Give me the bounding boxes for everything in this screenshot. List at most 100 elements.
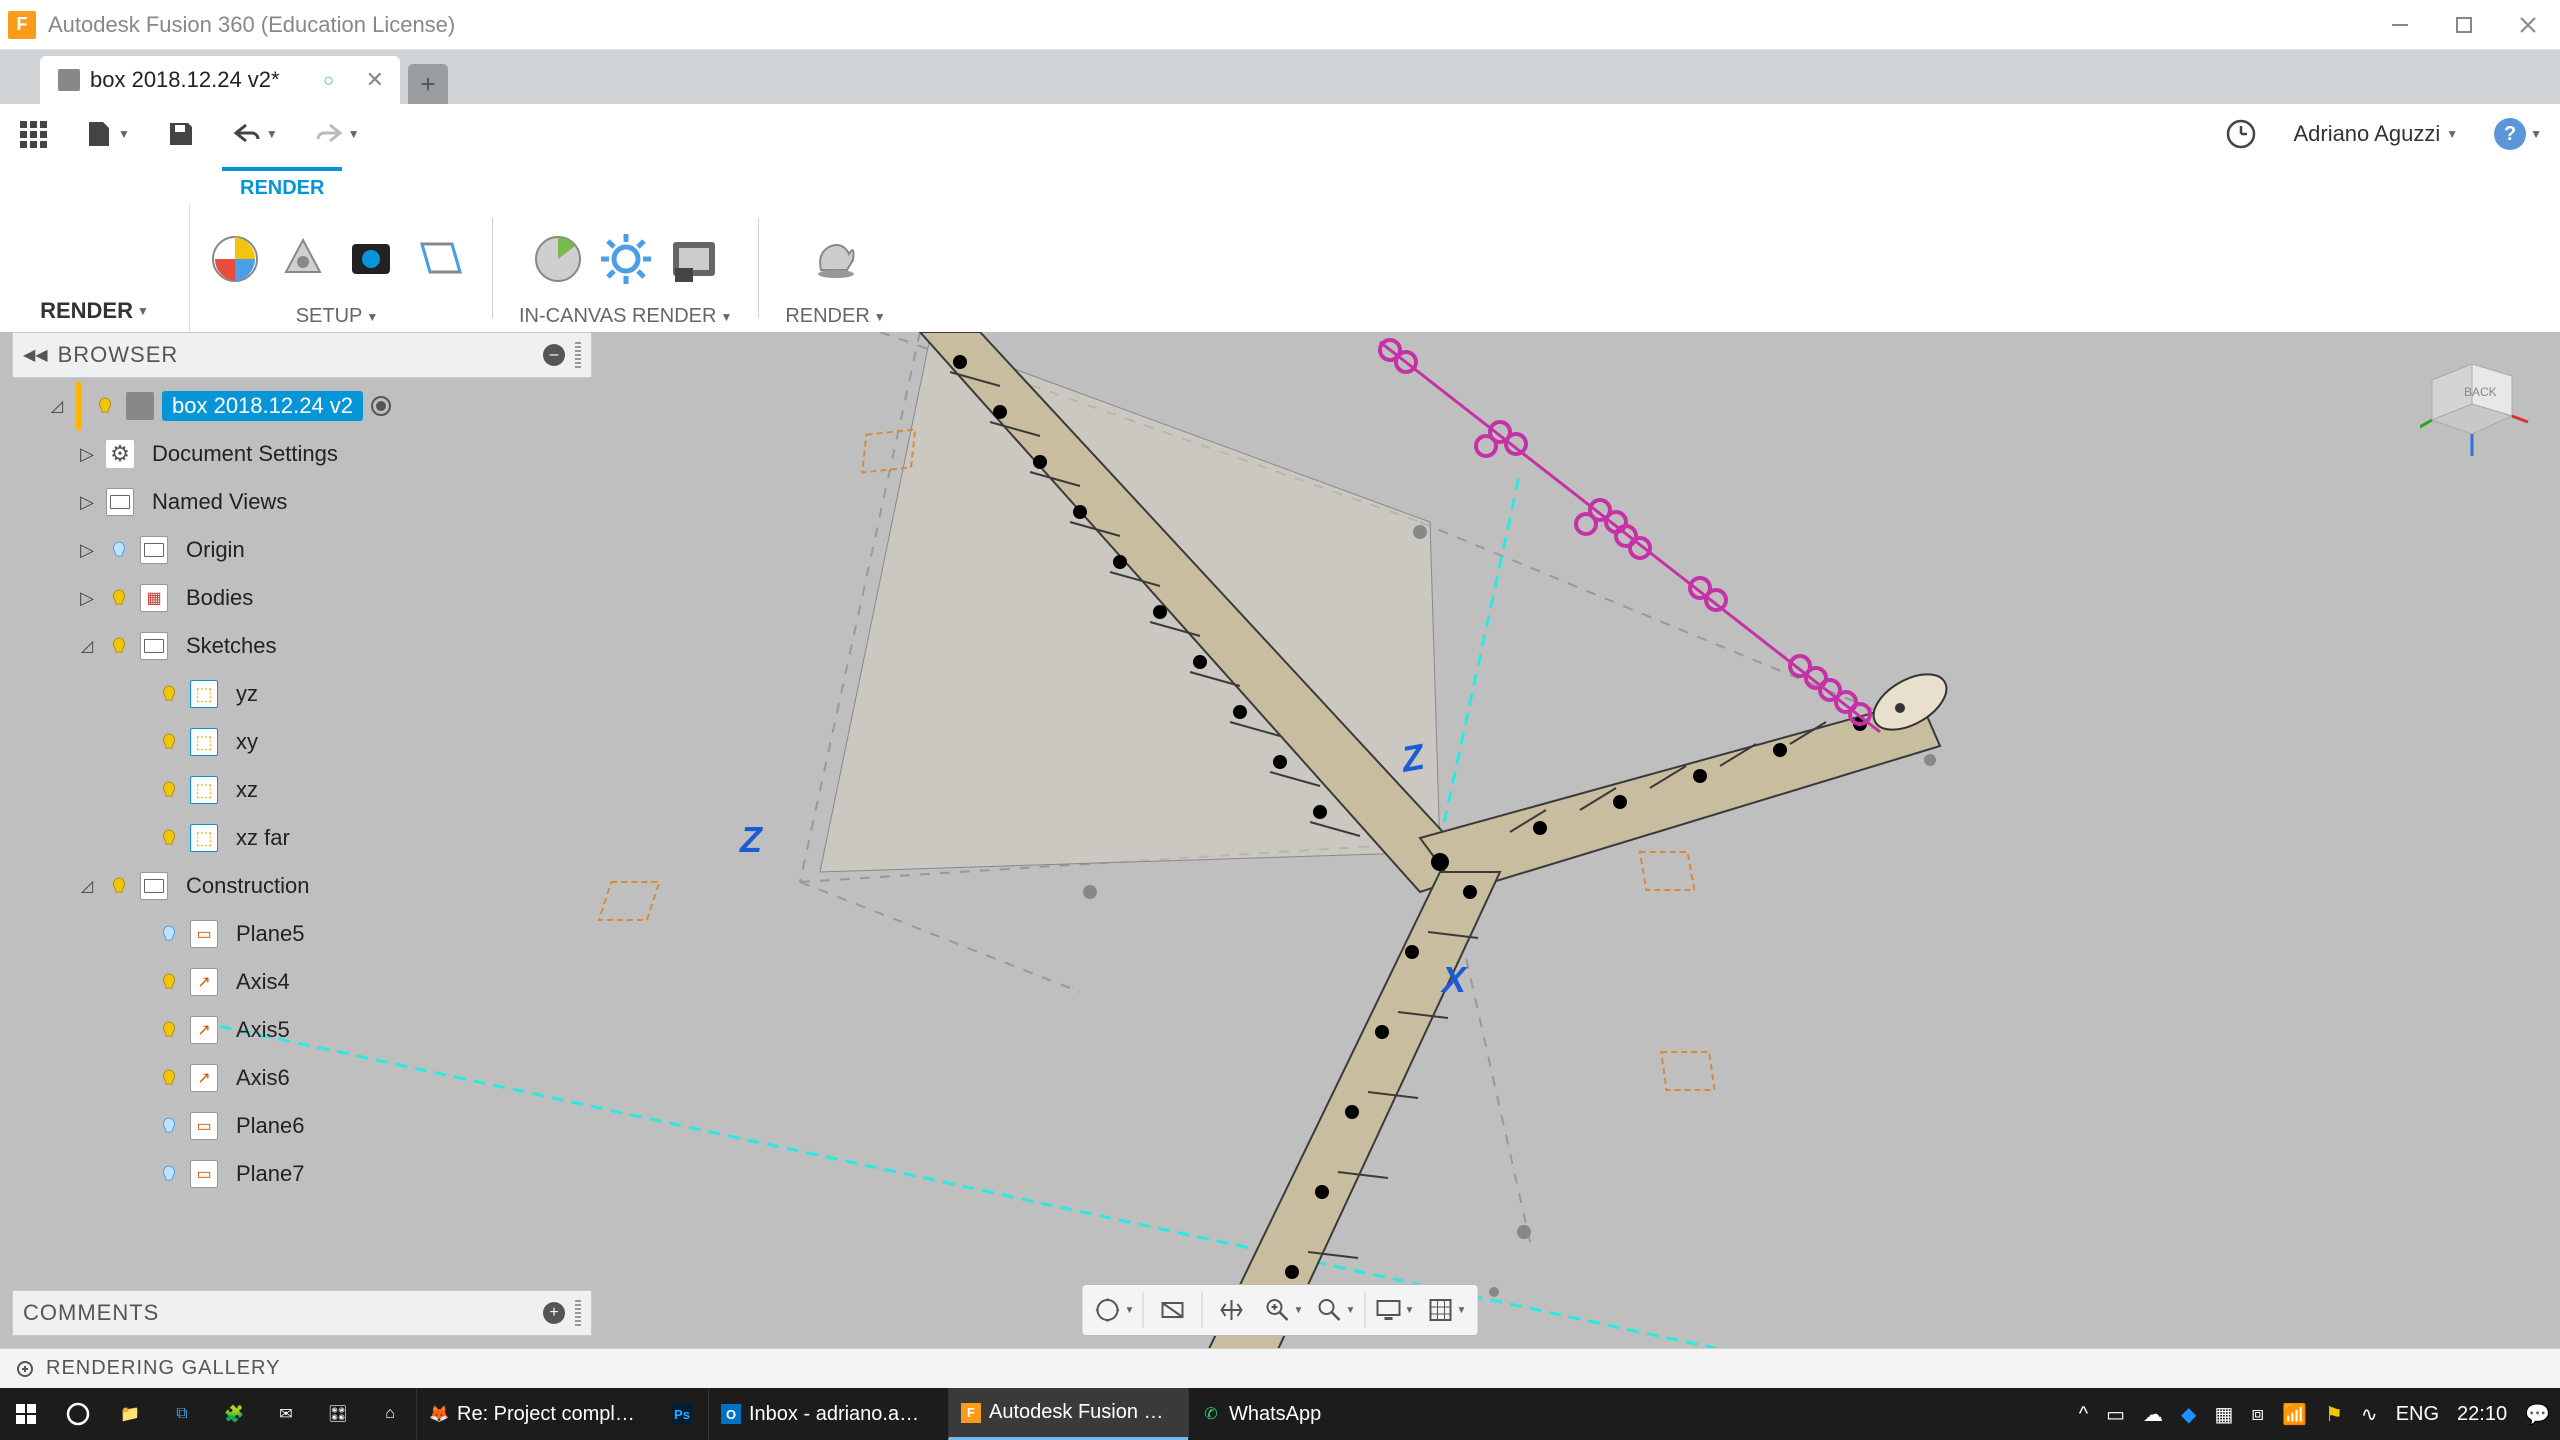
tree-item-origin[interactable]: Origin bbox=[12, 526, 592, 574]
undo-button[interactable]: ▼ bbox=[232, 119, 278, 149]
taskbar-app-outlook[interactable]: OInbox - adriano.a… bbox=[708, 1388, 948, 1440]
tree-item-sketch-xz[interactable]: xz bbox=[12, 766, 592, 814]
user-menu[interactable]: Adriano Aguzzi▼ bbox=[2293, 121, 2458, 147]
scene-settings-button[interactable] bbox=[276, 232, 330, 286]
tray-icon[interactable]: ⚑ bbox=[2325, 1402, 2343, 1427]
visibility-bulb-icon[interactable] bbox=[106, 585, 132, 611]
help-button[interactable]: ?▼ bbox=[2494, 118, 2542, 150]
redo-button[interactable]: ▼ bbox=[314, 119, 360, 149]
ribbon-tab-render[interactable]: RENDER bbox=[222, 167, 342, 204]
tree-item-sketch-xz-far[interactable]: xz far bbox=[12, 814, 592, 862]
maximize-button[interactable] bbox=[2452, 13, 2476, 37]
expand-icon[interactable] bbox=[76, 587, 98, 609]
tree-item-construction[interactable]: Construction bbox=[12, 862, 592, 910]
capture-image-button[interactable] bbox=[667, 232, 721, 286]
task-mail[interactable]: ✉ bbox=[260, 1388, 312, 1440]
workspace-switcher[interactable]: RENDER▼ bbox=[0, 204, 190, 332]
visibility-bulb-icon[interactable] bbox=[156, 681, 182, 707]
pan-button[interactable] bbox=[1207, 1288, 1257, 1332]
visibility-bulb-icon[interactable] bbox=[156, 1065, 182, 1091]
view-cube[interactable]: BACK bbox=[2420, 348, 2540, 468]
visibility-bulb-icon[interactable] bbox=[156, 1017, 182, 1043]
tray-language[interactable]: ENG bbox=[2396, 1403, 2439, 1426]
taskbar-app-firefox[interactable]: 🦊Re: Project compl… bbox=[416, 1388, 656, 1440]
tray-icon[interactable]: ∿ bbox=[2361, 1402, 2378, 1427]
visibility-bulb-icon[interactable] bbox=[156, 1161, 182, 1187]
task-app-1[interactable]: 🧩 bbox=[208, 1388, 260, 1440]
visibility-bulb-icon[interactable] bbox=[156, 921, 182, 947]
taskbar-app-whatsapp[interactable]: ✆WhatsApp bbox=[1188, 1388, 1428, 1440]
tree-item-plane7[interactable]: Plane7 bbox=[12, 1150, 592, 1198]
visibility-bulb-icon[interactable] bbox=[106, 633, 132, 659]
task-explorer[interactable]: 📁 bbox=[104, 1388, 156, 1440]
grip-icon[interactable] bbox=[575, 342, 581, 368]
tree-item-axis6[interactable]: Axis6 bbox=[12, 1054, 592, 1102]
expand-icon[interactable] bbox=[76, 635, 98, 657]
orbit-button[interactable]: ▼ bbox=[1089, 1288, 1139, 1332]
taskbar-app-ps[interactable]: Ps bbox=[656, 1388, 708, 1440]
expand-icon[interactable] bbox=[76, 539, 98, 561]
add-comment-button[interactable]: + bbox=[543, 1302, 565, 1324]
grip-icon[interactable] bbox=[575, 1300, 581, 1326]
visibility-bulb-icon[interactable] bbox=[92, 393, 118, 419]
tree-item-sketches[interactable]: Sketches bbox=[12, 622, 592, 670]
visibility-bulb-icon[interactable] bbox=[156, 777, 182, 803]
fit-button[interactable]: ▼ bbox=[1311, 1288, 1361, 1332]
close-tab-button[interactable]: ✕ bbox=[366, 67, 384, 93]
expand-icon[interactable] bbox=[76, 443, 98, 465]
tree-item-bodies[interactable]: Bodies bbox=[12, 574, 592, 622]
zoom-button[interactable]: ▼ bbox=[1259, 1288, 1309, 1332]
visibility-bulb-icon[interactable] bbox=[106, 537, 132, 563]
task-app-2[interactable]: 🎛 bbox=[312, 1388, 364, 1440]
tree-item-named-views[interactable]: Named Views bbox=[12, 478, 592, 526]
texture-map-button[interactable] bbox=[412, 232, 466, 286]
expand-icon[interactable] bbox=[46, 395, 68, 417]
tray-clock[interactable]: 22:10 bbox=[2457, 1403, 2507, 1426]
visibility-bulb-icon[interactable] bbox=[156, 969, 182, 995]
tray-onedrive-icon[interactable]: ☁ bbox=[2143, 1402, 2163, 1427]
tree-item-sketch-yz[interactable]: yz bbox=[12, 670, 592, 718]
tray-teamviewer-icon[interactable]: ◆ bbox=[2181, 1402, 2196, 1427]
cortana-button[interactable] bbox=[52, 1388, 104, 1440]
tree-item-document-settings[interactable]: Document Settings bbox=[12, 430, 592, 478]
incanvas-settings-button[interactable] bbox=[599, 232, 653, 286]
document-tab[interactable]: box 2018.12.24 v2* ○ ✕ bbox=[40, 56, 400, 104]
taskbar-app-fusion[interactable]: FAutodesk Fusion … bbox=[948, 1388, 1188, 1440]
task-home[interactable]: ⌂ bbox=[364, 1388, 416, 1440]
display-settings-button[interactable]: ▼ bbox=[1370, 1288, 1420, 1332]
close-button[interactable] bbox=[2516, 13, 2540, 37]
collapse-icon[interactable]: ◀◀ bbox=[23, 345, 48, 365]
task-vscode[interactable]: ⧉ bbox=[156, 1388, 208, 1440]
visibility-bulb-icon[interactable] bbox=[156, 729, 182, 755]
tray-chevron-up-icon[interactable]: ^ bbox=[2079, 1403, 2088, 1426]
tree-item-axis4[interactable]: Axis4 bbox=[12, 958, 592, 1006]
rendering-gallery-bar[interactable]: RENDERING GALLERY bbox=[0, 1348, 2560, 1388]
data-panel-button[interactable] bbox=[18, 119, 48, 149]
file-menu-button[interactable]: ▼ bbox=[84, 119, 130, 149]
visibility-bulb-icon[interactable] bbox=[156, 1113, 182, 1139]
decal-button[interactable] bbox=[344, 232, 398, 286]
new-tab-button[interactable]: + bbox=[408, 64, 448, 104]
tree-root[interactable]: box 2018.12.24 v2 bbox=[12, 382, 592, 430]
tray-notifications-icon[interactable]: 💬 bbox=[2525, 1402, 2550, 1427]
browser-header[interactable]: ◀◀ BROWSER – bbox=[12, 332, 592, 378]
tree-item-sketch-xy[interactable]: xy bbox=[12, 718, 592, 766]
tray-icon[interactable]: ▦ bbox=[2214, 1402, 2233, 1427]
visibility-bulb-icon[interactable] bbox=[106, 873, 132, 899]
comments-panel-header[interactable]: COMMENTS + bbox=[12, 1290, 592, 1336]
tray-icon[interactable]: ▭ bbox=[2106, 1402, 2125, 1427]
activate-radio[interactable] bbox=[371, 396, 391, 416]
visibility-bulb-icon[interactable] bbox=[156, 825, 182, 851]
expand-icon[interactable] bbox=[76, 875, 98, 897]
start-button[interactable] bbox=[0, 1388, 52, 1440]
minimize-button[interactable] bbox=[2388, 13, 2412, 37]
save-button[interactable] bbox=[166, 119, 196, 149]
expand-icon[interactable] bbox=[76, 491, 98, 513]
incanvas-render-button[interactable] bbox=[531, 232, 585, 286]
tray-wifi-icon[interactable]: 📶 bbox=[2282, 1402, 2307, 1427]
grid-settings-button[interactable]: ▼ bbox=[1422, 1288, 1472, 1332]
look-at-button[interactable] bbox=[1148, 1288, 1198, 1332]
tree-item-plane6[interactable]: Plane6 bbox=[12, 1102, 592, 1150]
tree-item-axis5[interactable]: Axis5 bbox=[12, 1006, 592, 1054]
expand-icon[interactable] bbox=[16, 1360, 34, 1378]
